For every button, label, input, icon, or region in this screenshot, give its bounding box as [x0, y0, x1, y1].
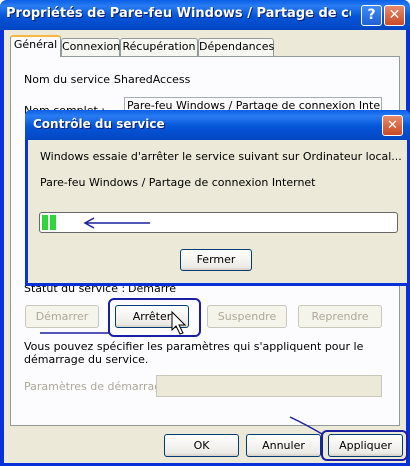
- start-params-hint: Vous pouvez spécifier les paramètres qui…: [24, 340, 364, 366]
- start-params-input[interactable]: [156, 375, 382, 397]
- start-button[interactable]: Démarrer: [25, 305, 99, 328]
- dialog-title: Contrôle du service: [33, 117, 165, 131]
- help-icon[interactable]: ?: [361, 5, 382, 26]
- close-icon[interactable]: ✕: [384, 5, 405, 26]
- dialog-client: Windows essaie d'arrêter le service suiv…: [28, 140, 407, 283]
- progress-fill: [42, 215, 56, 230]
- tab-general[interactable]: Général: [10, 35, 61, 57]
- window-title: Propriétés de Pare-feu Windows / Partage…: [6, 6, 351, 21]
- service-name-label: Nom du service :: [24, 73, 118, 86]
- stop-progress-bar: [39, 212, 398, 233]
- pause-button[interactable]: Suspendre: [207, 305, 287, 328]
- service-control-dialog: Contrôle du service ✕ Windows essaie d'a…: [25, 110, 410, 286]
- start-params-label: Paramètres de démarrage :: [24, 380, 176, 393]
- apply-button-highlight: [321, 430, 408, 461]
- stop-button-highlight: [108, 298, 201, 337]
- tab-dependencies[interactable]: Dépendances: [198, 38, 274, 56]
- resume-button[interactable]: Reprendre: [298, 305, 382, 328]
- ok-button[interactable]: OK: [164, 434, 239, 457]
- close-dialog-button[interactable]: Fermer: [180, 249, 252, 271]
- dialog-service-name: Pare-feu Windows / Partage de connexion …: [40, 176, 316, 189]
- service-name-value: SharedAccess: [114, 73, 191, 86]
- dialog-close-icon[interactable]: ✕: [382, 115, 403, 136]
- window-titlebar[interactable]: Propriétés de Pare-feu Windows / Partage…: [0, 0, 410, 30]
- dialog-titlebar[interactable]: Contrôle du service ✕: [25, 110, 410, 140]
- tab-connection[interactable]: Connexion: [61, 38, 120, 56]
- tab-recovery[interactable]: Récupération: [120, 38, 198, 56]
- cancel-button[interactable]: Annuler: [246, 434, 321, 457]
- dialog-message: Windows essaie d'arrêter le service suiv…: [40, 150, 402, 163]
